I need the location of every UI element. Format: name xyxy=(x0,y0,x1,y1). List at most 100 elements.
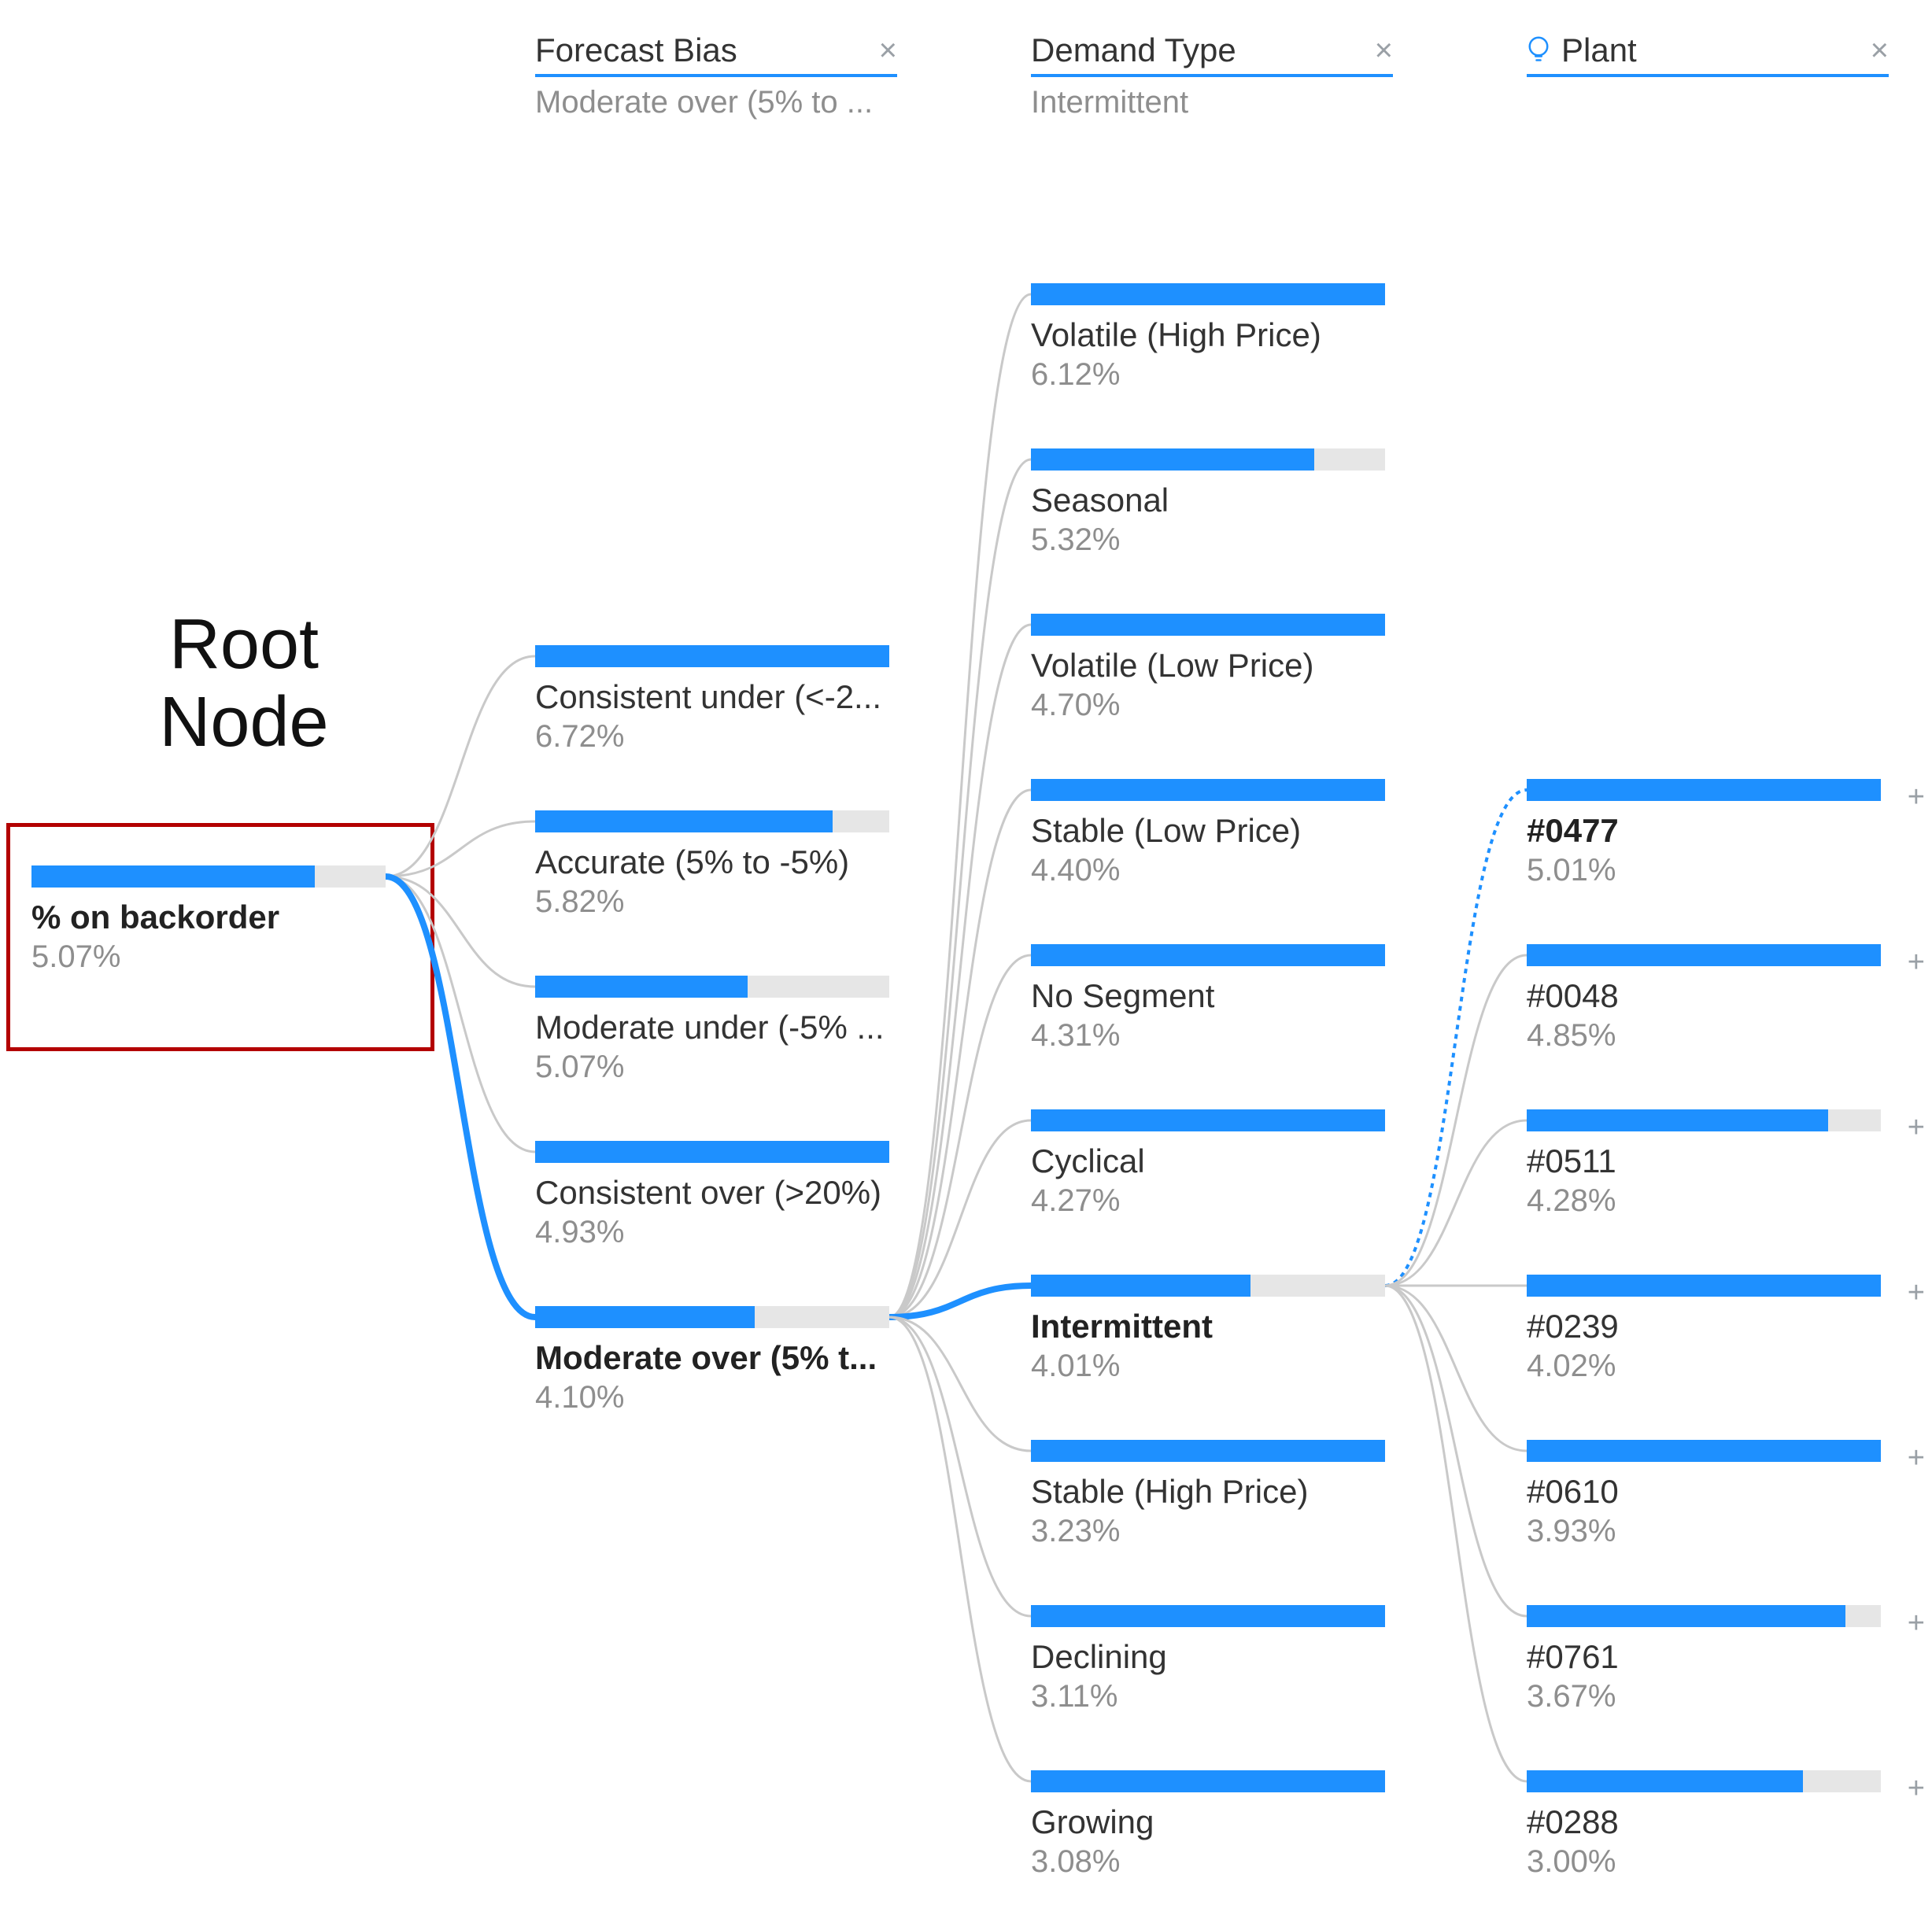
bar-track xyxy=(1031,448,1385,471)
node-value: 5.07% xyxy=(535,1050,889,1085)
decomposition-tree-canvas: Root Node Forecast Bias × Moderate over … xyxy=(0,0,1932,1908)
close-icon[interactable]: × xyxy=(1375,33,1393,68)
node-value: 4.93% xyxy=(535,1215,889,1250)
close-icon[interactable]: × xyxy=(1871,33,1889,68)
column-header-demand-type[interactable]: Demand Type × Intermittent xyxy=(1031,31,1393,120)
bar-track xyxy=(1031,283,1385,305)
plant-node[interactable]: #0511 4.28% + xyxy=(1527,1109,1881,1219)
plant-node[interactable]: #0761 3.67% + xyxy=(1527,1605,1881,1714)
node-label: #0477 xyxy=(1527,812,1881,850)
bar-fill xyxy=(1031,1605,1385,1627)
bar-track xyxy=(535,810,889,832)
expand-icon[interactable]: + xyxy=(1908,1607,1925,1640)
node-label: Growing xyxy=(1031,1803,1385,1841)
demand-type-node[interactable]: Volatile (High Price) 6.12% xyxy=(1031,283,1385,393)
bar-fill xyxy=(1031,1440,1385,1462)
bar-fill xyxy=(1031,283,1385,305)
node-value: 3.00% xyxy=(1527,1844,1881,1880)
plant-node[interactable]: #0610 3.93% + xyxy=(1527,1440,1881,1549)
bar-fill xyxy=(1031,1109,1385,1131)
bar-track xyxy=(1527,779,1881,801)
bar-fill xyxy=(535,1141,889,1163)
bar-fill xyxy=(1031,779,1385,801)
bar-track xyxy=(1031,1440,1385,1462)
bar-track xyxy=(31,865,386,888)
bar-fill xyxy=(1031,614,1385,636)
bar-fill xyxy=(1527,1109,1828,1131)
node-label: Stable (High Price) xyxy=(1031,1473,1385,1511)
bar-track xyxy=(535,1306,889,1328)
forecast-bias-node[interactable]: Accurate (5% to -5%) 5.82% xyxy=(535,810,889,920)
plant-node[interactable]: #0239 4.02% + xyxy=(1527,1275,1881,1384)
node-value: 5.07% xyxy=(31,939,386,975)
column-title-label: Plant xyxy=(1561,31,1637,69)
demand-type-node[interactable]: No Segment 4.31% xyxy=(1031,944,1385,1054)
node-value: 4.85% xyxy=(1527,1018,1881,1054)
node-label: Consistent over (>20%) xyxy=(535,1174,889,1212)
plant-node[interactable]: #0477 5.01% + xyxy=(1527,779,1881,888)
annotation-line: Node xyxy=(79,684,409,762)
expand-icon[interactable]: + xyxy=(1908,1276,1925,1310)
plant-node[interactable]: #0048 4.85% + xyxy=(1527,944,1881,1054)
node-label: Volatile (High Price) xyxy=(1031,316,1385,354)
column-header-plant[interactable]: Plant × xyxy=(1527,31,1889,77)
bar-fill xyxy=(1031,1275,1250,1297)
node-value: 4.02% xyxy=(1527,1349,1881,1384)
demand-type-node[interactable]: Volatile (Low Price) 4.70% xyxy=(1031,614,1385,723)
forecast-bias-node[interactable]: Moderate under (-5% ... 5.07% xyxy=(535,976,889,1085)
node-value: 3.11% xyxy=(1031,1679,1385,1714)
annotation-line: Root xyxy=(79,606,409,684)
bar-fill xyxy=(1031,1770,1385,1792)
node-value: 5.01% xyxy=(1527,853,1881,888)
node-value: 6.12% xyxy=(1031,357,1385,393)
bar-track xyxy=(1031,1109,1385,1131)
bar-fill xyxy=(535,1306,755,1328)
node-label: Moderate over (5% t... xyxy=(535,1339,889,1377)
demand-type-node[interactable]: Stable (High Price) 3.23% xyxy=(1031,1440,1385,1549)
demand-type-node[interactable]: Intermittent 4.01% xyxy=(1031,1275,1385,1384)
bar-track xyxy=(1031,1770,1385,1792)
node-value: 6.72% xyxy=(535,719,889,755)
node-label: Declining xyxy=(1031,1638,1385,1676)
node-value: 5.32% xyxy=(1031,522,1385,558)
bar-fill xyxy=(1527,1440,1881,1462)
expand-icon[interactable]: + xyxy=(1908,1772,1925,1806)
bar-track xyxy=(1031,614,1385,636)
demand-type-node[interactable]: Growing 3.08% xyxy=(1031,1770,1385,1880)
node-label: #0288 xyxy=(1527,1803,1881,1841)
demand-type-node[interactable]: Seasonal 5.32% xyxy=(1031,448,1385,558)
bar-fill xyxy=(1031,448,1314,471)
bar-fill xyxy=(1527,1275,1881,1297)
bar-track xyxy=(535,1141,889,1163)
forecast-bias-node[interactable]: Moderate over (5% t... 4.10% xyxy=(535,1306,889,1415)
node-label: Consistent under (<-2... xyxy=(535,678,889,716)
column-subtitle: Moderate over (5% to ... xyxy=(535,85,897,120)
expand-icon[interactable]: + xyxy=(1908,946,1925,980)
bar-track xyxy=(1527,1109,1881,1131)
expand-icon[interactable]: + xyxy=(1908,1441,1925,1475)
column-subtitle: Intermittent xyxy=(1031,85,1393,120)
bar-fill xyxy=(1527,1605,1845,1627)
expand-icon[interactable]: + xyxy=(1908,1111,1925,1145)
forecast-bias-node[interactable]: Consistent under (<-2... 6.72% xyxy=(535,645,889,755)
plant-node[interactable]: #0288 3.00% + xyxy=(1527,1770,1881,1880)
bar-fill xyxy=(535,810,833,832)
node-label: #0610 xyxy=(1527,1473,1881,1511)
expand-icon[interactable]: + xyxy=(1908,781,1925,814)
demand-type-node[interactable]: Stable (Low Price) 4.40% xyxy=(1031,779,1385,888)
demand-type-node[interactable]: Cyclical 4.27% xyxy=(1031,1109,1385,1219)
root-node[interactable]: % on backorder 5.07% xyxy=(31,865,386,975)
node-label: Volatile (Low Price) xyxy=(1031,647,1385,685)
forecast-bias-node[interactable]: Consistent over (>20%) 4.93% xyxy=(535,1141,889,1250)
close-icon[interactable]: × xyxy=(879,33,897,68)
node-value: 3.67% xyxy=(1527,1679,1881,1714)
node-value: 3.08% xyxy=(1031,1844,1385,1880)
node-value: 4.31% xyxy=(1031,1018,1385,1054)
node-label: No Segment xyxy=(1031,977,1385,1015)
bar-track xyxy=(1527,944,1881,966)
node-value: 3.23% xyxy=(1031,1514,1385,1549)
node-label: Stable (Low Price) xyxy=(1031,812,1385,850)
column-header-forecast-bias[interactable]: Forecast Bias × Moderate over (5% to ... xyxy=(535,31,897,120)
demand-type-node[interactable]: Declining 3.11% xyxy=(1031,1605,1385,1714)
node-label: #0761 xyxy=(1527,1638,1881,1676)
